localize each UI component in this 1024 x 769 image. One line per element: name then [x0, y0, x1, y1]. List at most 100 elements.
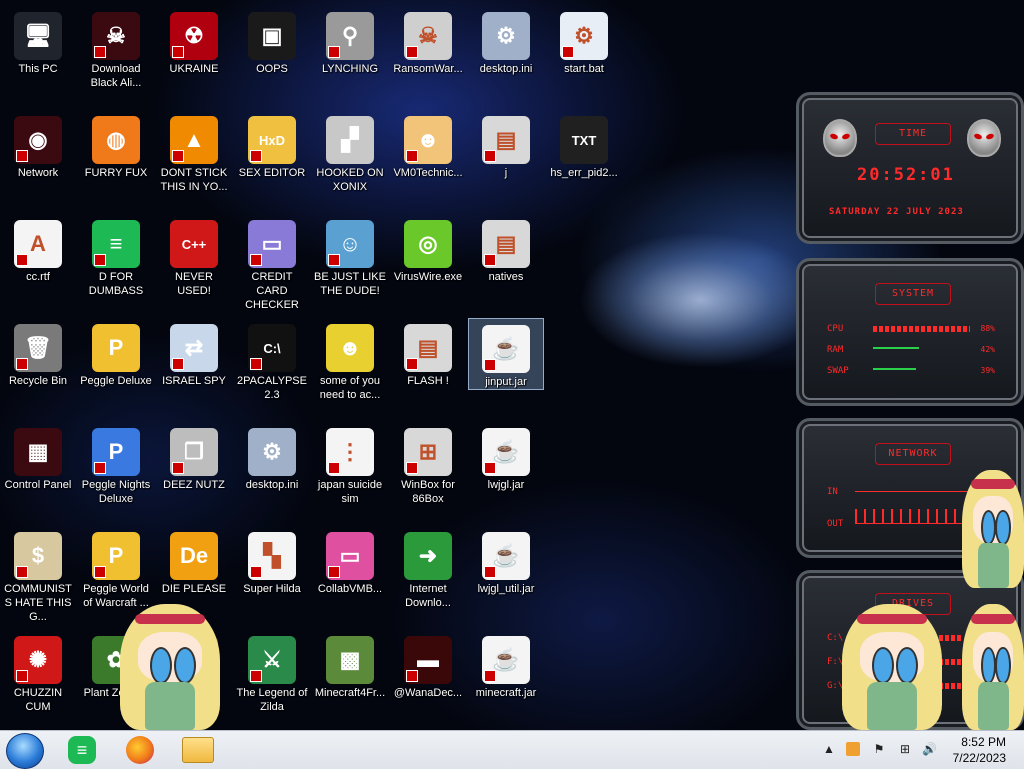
- firefox-icon: ◍: [92, 116, 140, 164]
- desktop-icon[interactable]: ☠ RansomWar...: [390, 6, 466, 76]
- shortcut-arrow-icon: [250, 254, 262, 266]
- desktop-icon[interactable]: ▤ natives: [468, 214, 544, 284]
- desktop-icon[interactable]: P Peggle Deluxe: [78, 318, 154, 388]
- desktop-icon[interactable]: ☕ lwjgl.jar: [468, 422, 544, 492]
- stack-icon: ❐: [170, 428, 218, 476]
- desktop-icon[interactable]: ▞ HOOKED ON XONIX: [312, 110, 388, 194]
- desktop-icon[interactable]: 🖥 This PC: [0, 6, 76, 76]
- peggle-icon: P: [92, 428, 140, 476]
- desktop-icon[interactable]: ▭ CollabVMB...: [312, 526, 388, 596]
- shortcut-arrow-icon: [328, 462, 340, 474]
- desktop-icon[interactable]: P Peggle World of Warcraft ...: [78, 526, 154, 610]
- desktop-icon[interactable]: 🗑 Recycle Bin: [0, 318, 76, 388]
- drive-c-label: C:\: [827, 633, 844, 643]
- desktop-icon[interactable]: ▭ CREDIT CARD CHECKER: [234, 214, 310, 312]
- desktop-icon[interactable]: ▣ OOPS: [234, 6, 310, 76]
- device-icon: ▣: [248, 12, 296, 60]
- alien-head-icon-right: [967, 119, 1001, 157]
- desktop-icon-label: cc.rtf: [26, 271, 50, 283]
- desktop-icon[interactable]: ☠ Download Black Ali...: [78, 6, 154, 90]
- desktop-icon[interactable]: ✺ CHUZZIN CUM: [0, 630, 76, 714]
- desktop-icon[interactable]: ▦ Control Panel: [0, 422, 76, 492]
- desktop-icon-label: LYNCHING: [321, 63, 379, 75]
- shortcut-arrow-icon: [250, 566, 262, 578]
- desktop-icon[interactable]: ▬ @WanaDec...: [390, 630, 466, 700]
- desktop-icon-label: NEVER USED!: [175, 271, 213, 297]
- vlc-icon: ▲: [170, 116, 218, 164]
- desktop-icon[interactable]: Acc.rtf: [0, 214, 76, 284]
- desktop-icon[interactable]: ☕ jinput.jar: [468, 318, 544, 390]
- show-hidden-icons-icon[interactable]: ▲: [822, 742, 836, 756]
- desktop-icon[interactable]: ☻ VM0Technic...: [390, 110, 466, 180]
- desktop-icon[interactable]: ◎ VirusWire.exe: [390, 214, 466, 284]
- zelda-icon: ⚔: [248, 636, 296, 684]
- system-widget-title: SYSTEM: [875, 283, 951, 305]
- desktop-icon-label: minecraft.jar: [475, 687, 537, 699]
- desktop-icon-label: WinBox for 86Box: [401, 479, 455, 505]
- desktop-icon-label: 2PACALYPSE 2.3: [237, 375, 307, 401]
- desktop-icon[interactable]: $ COMMUNISTS HATE THIS G...: [0, 526, 76, 624]
- desktop-icon-label: This PC: [18, 63, 58, 75]
- shortcut-arrow-icon: [172, 462, 184, 474]
- desktop-icon[interactable]: ◉ Network: [0, 110, 76, 180]
- desktop-icon[interactable]: ▤ FLASH !: [390, 318, 466, 388]
- desktop-icon[interactable]: ⚔ The Legend of Zilda: [234, 630, 310, 714]
- desktop-icon[interactable]: ⋮ japan suicide sim: [312, 422, 388, 506]
- batch-file-icon: ⚙: [560, 12, 608, 60]
- taskbar-firefox-app[interactable]: [116, 733, 164, 767]
- desktop-icon[interactable]: ⚲ LYNCHING: [312, 6, 388, 76]
- desktop-icon[interactable]: ≡ D FOR DUMBASS: [78, 214, 154, 298]
- desktop-icon[interactable]: ☢ UKRAINE: [156, 6, 232, 76]
- desktop-icon[interactable]: C:\ 2PACALYPSE 2.3: [234, 318, 310, 402]
- taskbar-clock[interactable]: 8:52 PM 7/22/2023: [953, 734, 1006, 766]
- desktop-icon[interactable]: ❐ DEEZ NUTZ: [156, 422, 232, 492]
- desktop-icon[interactable]: ⚙ desktop.ini: [234, 422, 310, 492]
- desktop-icon[interactable]: ☕ lwjgl_util.jar: [468, 526, 544, 596]
- pc-icon: 🖥: [14, 12, 62, 60]
- desktop-icon[interactable]: ▤ j: [468, 110, 544, 180]
- skull-icon: ☠: [404, 12, 452, 60]
- shortcut-arrow-icon: [562, 46, 574, 58]
- shortcut-arrow-icon: [94, 254, 106, 266]
- java-icon: ☕: [482, 325, 530, 373]
- desktop-icon[interactable]: ◍ FURRY FUX: [78, 110, 154, 180]
- network-tray-icon[interactable]: ⊞: [898, 742, 912, 756]
- chuzzle-icon: ✺: [14, 636, 62, 684]
- tray-app-icon[interactable]: [846, 742, 860, 756]
- desktop-icon-label: Download Black Ali...: [90, 63, 142, 89]
- control-panel-icon: ▦: [14, 428, 62, 476]
- desktop-icon[interactable]: ▲ DONT STICK THIS IN YO...: [156, 110, 232, 194]
- desktop-icon[interactable]: ⚙ desktop.ini: [468, 6, 544, 76]
- desktop-icon[interactable]: ☻ some of you need to ac...: [312, 318, 388, 402]
- desktop-icon[interactable]: TXT hs_err_pid2...: [546, 110, 622, 180]
- desktop-icon[interactable]: ▩ Minecraft4Fr...: [312, 630, 388, 700]
- desktop-icon[interactable]: ☺ BE JUST LIKE THE DUDE!: [312, 214, 388, 298]
- desktop-icon[interactable]: P Peggle Nights Deluxe: [78, 422, 154, 506]
- shortcut-arrow-icon: [484, 566, 496, 578]
- desktop-icon[interactable]: ⚙ start.bat: [546, 6, 622, 76]
- desktop-icon[interactable]: ☕ minecraft.jar: [468, 630, 544, 700]
- flag-icon[interactable]: ⚑: [872, 742, 886, 756]
- shortcut-arrow-icon: [16, 358, 28, 370]
- desktop-icon-label: ISRAEL SPY: [162, 375, 226, 387]
- desktop-icon[interactable]: C++ NEVER USED!: [156, 214, 232, 298]
- desktop-icon[interactable]: HxD SEX EDITOR: [234, 110, 310, 180]
- start-button[interactable]: [6, 733, 44, 769]
- desktop-icon-label: CollabVMB...: [317, 583, 383, 595]
- desktop-icon[interactable]: ⊞ WinBox for 86Box: [390, 422, 466, 506]
- desktop-icon-label: VirusWire.exe: [393, 271, 463, 283]
- ram-bar: [873, 347, 919, 349]
- desktop-icon[interactable]: ➜ Internet Downlo...: [390, 526, 466, 610]
- firefox-icon: [126, 736, 154, 764]
- desktop-icon[interactable]: De DIE PLEASE: [156, 526, 232, 596]
- folder-icon: ▤: [482, 220, 530, 268]
- spy-network-icon: ⇄: [170, 324, 218, 372]
- settings-file-icon: ⚙: [482, 12, 530, 60]
- recycle-bin-icon: 🗑: [14, 324, 62, 372]
- pixel-icon: ▚: [248, 532, 296, 580]
- taskbar-docs-app[interactable]: ≡: [58, 733, 106, 767]
- desktop-icon[interactable]: ⇄ ISRAEL SPY: [156, 318, 232, 388]
- desktop-icon[interactable]: ▚ Super Hilda: [234, 526, 310, 596]
- volume-icon[interactable]: 🔊: [922, 742, 937, 756]
- taskbar-file-explorer-app[interactable]: [174, 733, 222, 767]
